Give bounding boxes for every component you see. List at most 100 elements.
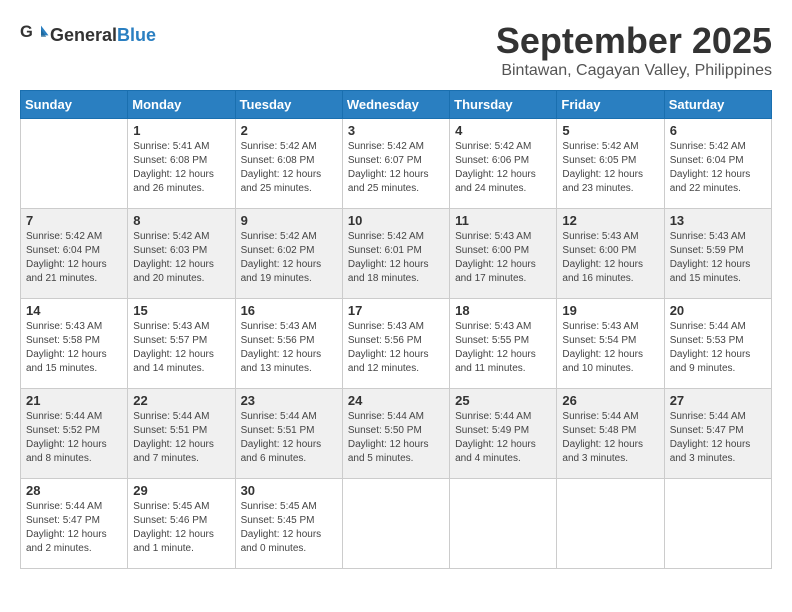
day-info: Sunrise: 5:44 AM Sunset: 5:47 PM Dayligh… bbox=[26, 500, 122, 556]
calendar-cell: 6Sunrise: 5:42 AM Sunset: 6:04 PM Daylig… bbox=[664, 119, 771, 209]
day-info: Sunrise: 5:44 AM Sunset: 5:47 PM Dayligh… bbox=[670, 410, 766, 466]
day-number: 13 bbox=[670, 213, 766, 228]
day-info: Sunrise: 5:43 AM Sunset: 5:54 PM Dayligh… bbox=[562, 320, 658, 376]
month-title: September 2025 bbox=[496, 20, 772, 62]
calendar-cell bbox=[21, 119, 128, 209]
calendar-cell: 16Sunrise: 5:43 AM Sunset: 5:56 PM Dayli… bbox=[235, 299, 342, 389]
day-number: 22 bbox=[133, 393, 229, 408]
calendar-cell: 22 Sunrise: 5:44 AM Sunset: 5:51 PM Dayli… bbox=[128, 389, 235, 479]
calendar-cell bbox=[342, 479, 449, 569]
calendar-cell: 24Sunrise: 5:44 AM Sunset: 5:50 PM Dayli… bbox=[342, 389, 449, 479]
calendar-cell: 1 Sunrise: 5:41 AM Sunset: 6:08 PM Daylig… bbox=[128, 119, 235, 209]
day-info: Sunrise: 5:43 AM Sunset: 5:57 PM Dayligh… bbox=[133, 320, 229, 376]
day-number: 25 bbox=[455, 393, 551, 408]
day-info: Sunrise: 5:41 AM Sunset: 6:08 PM Dayligh… bbox=[133, 140, 229, 196]
day-number: 4 bbox=[455, 123, 551, 138]
calendar-cell: 11 Sunrise: 5:43 AM Sunset: 6:00 PM Dayli… bbox=[450, 209, 557, 299]
calendar-cell: 15 Sunrise: 5:43 AM Sunset: 5:57 PM Dayli… bbox=[128, 299, 235, 389]
calendar-cell: 10 Sunrise: 5:42 AM Sunset: 6:01 PM Dayli… bbox=[342, 209, 449, 299]
svg-text:G: G bbox=[20, 23, 33, 41]
day-info: Sunrise: 5:45 AM Sunset: 5:45 PM Dayligh… bbox=[241, 500, 337, 556]
day-of-week-monday: Monday bbox=[128, 91, 235, 119]
day-number: 21 bbox=[26, 393, 122, 408]
day-info: Sunrise: 5:44 AM Sunset: 5:50 PM Dayligh… bbox=[348, 410, 444, 466]
day-number: 30 bbox=[241, 483, 337, 498]
day-info: Sunrise: 5:44 AM Sunset: 5:51 PM Dayligh… bbox=[241, 410, 337, 466]
calendar-cell: 28 Sunrise: 5:44 AM Sunset: 5:47 PM Dayli… bbox=[21, 479, 128, 569]
day-info: Sunrise: 5:42 AM Sunset: 6:06 PM Dayligh… bbox=[455, 140, 551, 196]
calendar-cell bbox=[664, 479, 771, 569]
header: G GeneralBlue September 2025 Bintawan, C… bbox=[20, 20, 772, 80]
title-area: September 2025 Bintawan, Cagayan Valley,… bbox=[496, 20, 772, 80]
day-info: Sunrise: 5:44 AM Sunset: 5:53 PM Dayligh… bbox=[670, 320, 766, 376]
calendar-cell: 25 Sunrise: 5:44 AM Sunset: 5:49 PM Dayli… bbox=[450, 389, 557, 479]
day-info: Sunrise: 5:43 AM Sunset: 6:00 PM Dayligh… bbox=[562, 230, 658, 286]
day-info: Sunrise: 5:44 AM Sunset: 5:48 PM Dayligh… bbox=[562, 410, 658, 466]
day-number: 1 bbox=[133, 123, 229, 138]
calendar-cell: 5 Sunrise: 5:42 AM Sunset: 6:05 PM Daylig… bbox=[557, 119, 664, 209]
calendar-cell: 18Sunrise: 5:43 AM Sunset: 5:55 PM Dayli… bbox=[450, 299, 557, 389]
day-number: 26 bbox=[562, 393, 658, 408]
day-of-week-tuesday: Tuesday bbox=[235, 91, 342, 119]
calendar-week-5: 28 Sunrise: 5:44 AM Sunset: 5:47 PM Dayli… bbox=[21, 479, 772, 569]
day-number: 5 bbox=[562, 123, 658, 138]
day-number: 12 bbox=[562, 213, 658, 228]
day-number: 3 bbox=[348, 123, 444, 138]
calendar-cell: 12 Sunrise: 5:43 AM Sunset: 6:00 PM Dayli… bbox=[557, 209, 664, 299]
day-number: 10 bbox=[348, 213, 444, 228]
calendar-week-4: 21 Sunrise: 5:44 AM Sunset: 5:52 PM Dayli… bbox=[21, 389, 772, 479]
day-info: Sunrise: 5:43 AM Sunset: 6:00 PM Dayligh… bbox=[455, 230, 551, 286]
calendar-cell: 2 Sunrise: 5:42 AM Sunset: 6:08 PM Daylig… bbox=[235, 119, 342, 209]
day-number: 23 bbox=[241, 393, 337, 408]
calendar-cell: 9Sunrise: 5:42 AM Sunset: 6:02 PM Daylig… bbox=[235, 209, 342, 299]
day-info: Sunrise: 5:44 AM Sunset: 5:49 PM Dayligh… bbox=[455, 410, 551, 466]
day-number: 15 bbox=[133, 303, 229, 318]
day-number: 28 bbox=[26, 483, 122, 498]
location-title: Bintawan, Cagayan Valley, Philippines bbox=[496, 62, 772, 80]
calendar-week-3: 14 Sunrise: 5:43 AM Sunset: 5:58 PM Dayli… bbox=[21, 299, 772, 389]
day-info: Sunrise: 5:42 AM Sunset: 6:02 PM Dayligh… bbox=[241, 230, 337, 286]
calendar-cell: 23 Sunrise: 5:44 AM Sunset: 5:51 PM Dayli… bbox=[235, 389, 342, 479]
calendar-week-2: 7Sunrise: 5:42 AM Sunset: 6:04 PM Daylig… bbox=[21, 209, 772, 299]
day-info: Sunrise: 5:45 AM Sunset: 5:46 PM Dayligh… bbox=[133, 500, 229, 556]
calendar-cell: 13 Sunrise: 5:43 AM Sunset: 5:59 PM Dayli… bbox=[664, 209, 771, 299]
day-number: 17 bbox=[348, 303, 444, 318]
calendar-cell: 29 Sunrise: 5:45 AM Sunset: 5:46 PM Dayli… bbox=[128, 479, 235, 569]
calendar-header-row: SundayMondayTuesdayWednesdayThursdayFrid… bbox=[21, 91, 772, 119]
day-info: Sunrise: 5:43 AM Sunset: 5:58 PM Dayligh… bbox=[26, 320, 122, 376]
day-info: Sunrise: 5:42 AM Sunset: 6:08 PM Dayligh… bbox=[241, 140, 337, 196]
day-number: 7 bbox=[26, 213, 122, 228]
day-number: 29 bbox=[133, 483, 229, 498]
day-of-week-sunday: Sunday bbox=[21, 91, 128, 119]
day-info: Sunrise: 5:42 AM Sunset: 6:01 PM Dayligh… bbox=[348, 230, 444, 286]
logo-blue: Blue bbox=[117, 25, 156, 45]
day-info: Sunrise: 5:44 AM Sunset: 5:52 PM Dayligh… bbox=[26, 410, 122, 466]
calendar-cell: 7Sunrise: 5:42 AM Sunset: 6:04 PM Daylig… bbox=[21, 209, 128, 299]
day-number: 19 bbox=[562, 303, 658, 318]
day-info: Sunrise: 5:43 AM Sunset: 5:56 PM Dayligh… bbox=[348, 320, 444, 376]
day-info: Sunrise: 5:42 AM Sunset: 6:07 PM Dayligh… bbox=[348, 140, 444, 196]
logo: G GeneralBlue bbox=[20, 20, 156, 50]
day-number: 6 bbox=[670, 123, 766, 138]
calendar-cell: 17 Sunrise: 5:43 AM Sunset: 5:56 PM Dayli… bbox=[342, 299, 449, 389]
day-number: 27 bbox=[670, 393, 766, 408]
calendar-cell: 30 Sunrise: 5:45 AM Sunset: 5:45 PM Dayli… bbox=[235, 479, 342, 569]
calendar-cell: 19 Sunrise: 5:43 AM Sunset: 5:54 PM Dayli… bbox=[557, 299, 664, 389]
day-number: 2 bbox=[241, 123, 337, 138]
day-info: Sunrise: 5:43 AM Sunset: 5:59 PM Dayligh… bbox=[670, 230, 766, 286]
day-number: 11 bbox=[455, 213, 551, 228]
day-info: Sunrise: 5:42 AM Sunset: 6:05 PM Dayligh… bbox=[562, 140, 658, 196]
day-number: 14 bbox=[26, 303, 122, 318]
day-info: Sunrise: 5:42 AM Sunset: 6:03 PM Dayligh… bbox=[133, 230, 229, 286]
day-number: 18 bbox=[455, 303, 551, 318]
day-number: 8 bbox=[133, 213, 229, 228]
calendar-cell: 3 Sunrise: 5:42 AM Sunset: 6:07 PM Daylig… bbox=[342, 119, 449, 209]
logo-icon: G bbox=[20, 20, 50, 50]
calendar-cell: 8 Sunrise: 5:42 AM Sunset: 6:03 PM Daylig… bbox=[128, 209, 235, 299]
calendar-cell: 27 Sunrise: 5:44 AM Sunset: 5:47 PM Dayli… bbox=[664, 389, 771, 479]
day-info: Sunrise: 5:44 AM Sunset: 5:51 PM Dayligh… bbox=[133, 410, 229, 466]
calendar-cell: 26 Sunrise: 5:44 AM Sunset: 5:48 PM Dayli… bbox=[557, 389, 664, 479]
calendar-cell: 21 Sunrise: 5:44 AM Sunset: 5:52 PM Dayli… bbox=[21, 389, 128, 479]
logo-general: General bbox=[50, 25, 117, 45]
calendar-cell bbox=[557, 479, 664, 569]
